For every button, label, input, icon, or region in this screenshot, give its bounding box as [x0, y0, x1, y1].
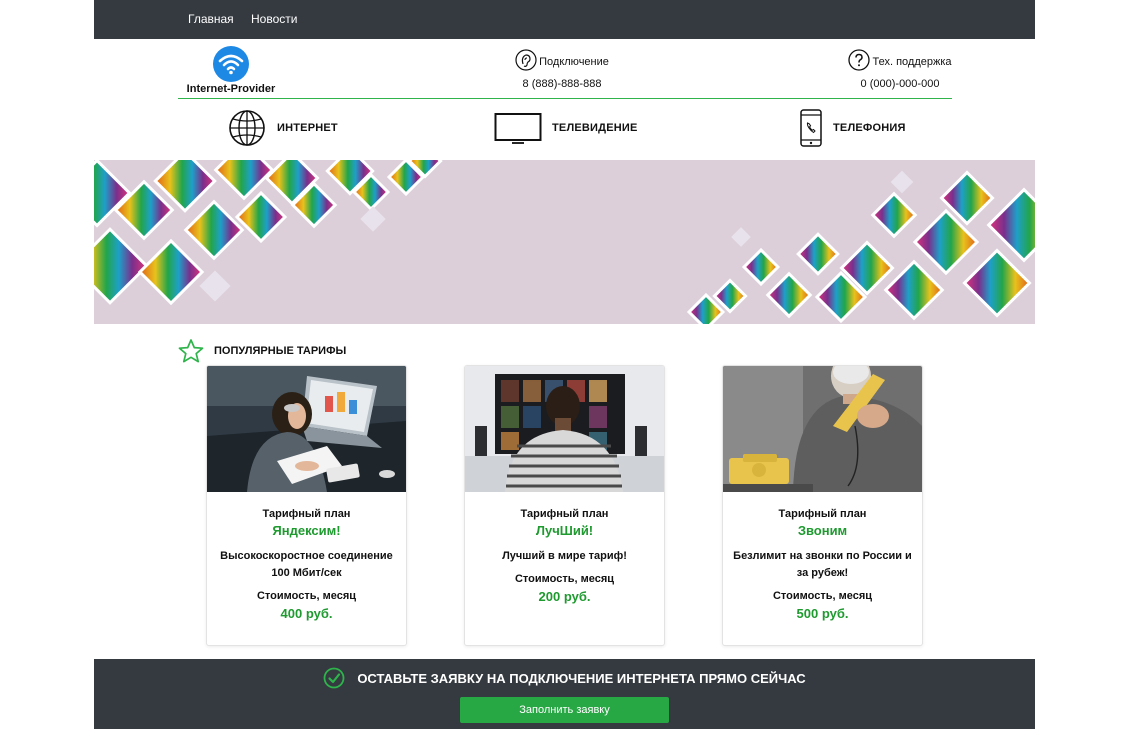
tv-icon — [494, 110, 542, 146]
plan-name: Звоним — [797, 523, 848, 538]
plan-card[interactable]: Тарифный план ЛучШий! Лучший в мире тари… — [464, 365, 665, 646]
plan-price: 500 руб. — [796, 606, 849, 621]
plan-label: Тарифный план — [778, 508, 867, 520]
plan-description: Высокоскоростное соединение 100 Мбит/сек — [220, 550, 393, 579]
smartphone-icon — [799, 109, 823, 147]
question-icon — [848, 49, 871, 74]
popular-plans-heading: ПОПУЛЯРНЫЕ ТАРИФЫ — [178, 339, 346, 363]
plan-cost-label: Стоимость, месяц — [772, 590, 873, 602]
plan-price: 200 руб. — [538, 589, 591, 604]
plan-label: Тарифный план — [262, 508, 351, 520]
service-tv-label: ТЕЛЕВИДЕНИЕ — [552, 122, 638, 134]
plan-card[interactable]: Тарифный план Яндексим! Высокоскоростное… — [206, 365, 407, 646]
service-internet[interactable]: ИНТЕРНЕТ — [227, 109, 338, 147]
cta-title: ОСТАВЬТЕ ЗАЯВКУ НА ПОДКЛЮЧЕНИЕ ИНТЕРНЕТА… — [357, 670, 806, 686]
plan-photo-tv — [465, 366, 664, 492]
contact-support: Тех. поддержка 0 (000)-000-000 — [839, 49, 961, 90]
service-telephony[interactable]: ТЕЛЕФОНИЯ — [799, 109, 906, 147]
star-icon — [178, 339, 204, 363]
plan-description: Безлимит на звонки по России и за рубеж! — [733, 550, 912, 579]
globe-icon — [227, 109, 267, 147]
cta-footer: ОСТАВЬТЕ ЗАЯВКУ НА ПОДКЛЮЧЕНИЕ ИНТЕРНЕТА… — [94, 659, 1035, 729]
plan-name: ЛучШий! — [535, 523, 594, 538]
nav-link-home[interactable]: Главная — [188, 12, 234, 26]
service-tv[interactable]: ТЕЛЕВИДЕНИЕ — [494, 109, 638, 147]
service-internet-label: ИНТЕРНЕТ — [277, 122, 338, 134]
plan-label: Тарифный план — [520, 508, 609, 520]
plan-name: Яндексим! — [272, 523, 341, 538]
plan-price: 400 руб. — [280, 606, 333, 621]
header-divider — [178, 98, 952, 99]
plan-cost-label: Стоимость, месяц — [514, 573, 615, 585]
contact-connect-label: Подключение — [539, 55, 609, 68]
contact-support-label: Тех. поддержка — [872, 55, 952, 68]
plan-photo-laptop — [207, 366, 406, 492]
contact-support-phone[interactable]: 0 (000)-000-000 — [839, 78, 961, 90]
top-navbar: Главная Новости — [94, 0, 1035, 39]
wifi-icon — [213, 46, 249, 82]
fill-application-button[interactable]: Заполнить заявку — [460, 697, 669, 723]
plan-description: Лучший в мире тариф! — [502, 550, 627, 562]
plan-photo-phone — [723, 366, 922, 492]
service-telephony-label: ТЕЛЕФОНИЯ — [833, 122, 906, 134]
nav-link-news[interactable]: Новости — [251, 12, 297, 26]
brand-logo[interactable]: Internet-Provider — [186, 46, 276, 95]
plan-card[interactable]: Тарифный план Звоним Безлимит на звонки … — [722, 365, 923, 646]
hero-banner — [94, 160, 1035, 324]
contact-connect-phone[interactable]: 8 (888)-888-888 — [494, 78, 630, 90]
contact-connect: Подключение 8 (888)-888-888 — [494, 49, 630, 90]
popular-plans-title: ПОПУЛЯРНЫЕ ТАРИФЫ — [214, 345, 347, 357]
check-circle-icon — [323, 667, 345, 689]
page: Главная Новости Internet-Provider Подклю… — [94, 0, 1035, 729]
ear-icon — [515, 49, 537, 74]
plan-cost-label: Стоимость, месяц — [256, 590, 357, 602]
brand-name: Internet-Provider — [186, 83, 276, 95]
